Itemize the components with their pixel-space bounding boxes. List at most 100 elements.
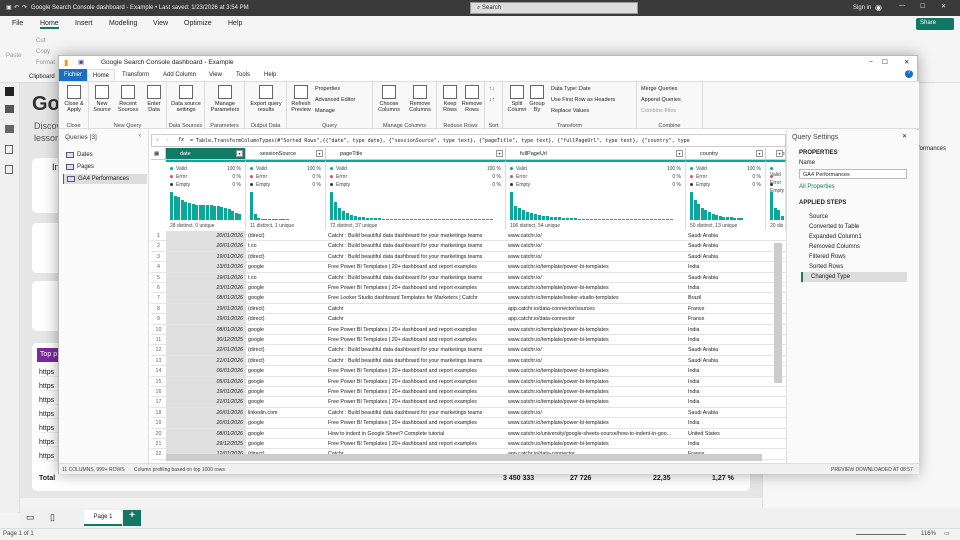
group-by-button[interactable]: Group By <box>529 85 545 113</box>
applied-step[interactable]: Filtered Rows <box>801 252 907 262</box>
close-icon[interactable]: ✕ <box>902 133 907 140</box>
table-view-icon[interactable] <box>5 105 14 113</box>
remove-columns-button[interactable]: Remove Columns <box>405 85 435 113</box>
undo-icon[interactable]: ↶ <box>14 4 19 11</box>
query-name-input[interactable]: GA4 Performances <box>799 169 907 179</box>
table-row[interactable]: 8 19/01/2026 (direct) Catchr app.catchr.… <box>151 303 786 315</box>
menu-home[interactable]: Home <box>40 20 59 29</box>
table-row[interactable]: 17 21/01/2026 google Free Power BI Templ… <box>151 397 786 408</box>
commit-icon[interactable]: ✓ <box>166 137 169 143</box>
all-properties-link[interactable]: All Properties <box>799 184 835 190</box>
cancel-icon[interactable]: ✕ <box>156 137 159 143</box>
query-item-dates[interactable]: Dates <box>63 150 147 160</box>
filter-dropdown-icon[interactable]: ▾ <box>316 150 323 157</box>
choose-columns-button[interactable]: Choose Columns <box>375 85 403 113</box>
replace-values-button[interactable]: Replace Values <box>551 108 589 114</box>
table-menu-icon[interactable]: ▦ <box>151 148 166 160</box>
menu-modeling[interactable]: Modeling <box>109 20 137 27</box>
query-item-ga4-performances[interactable]: GA4 Performances <box>63 174 147 184</box>
table-row[interactable]: 13 21/01/2026 (direct) Catchr : Build be… <box>151 355 786 367</box>
column-header-country[interactable]: country ▾ <box>686 148 766 160</box>
column-header-pageTitle[interactable]: pageTitle ▾ <box>326 148 506 160</box>
tab-add-column[interactable]: Add Column <box>158 69 201 81</box>
redo-icon[interactable]: ↷ <box>22 4 27 11</box>
formula-bar[interactable]: ✕ ✓ fx = Table.TransformColumnTypes(#"So… <box>151 134 786 147</box>
filter-dropdown-icon[interactable]: ▾ <box>236 150 243 157</box>
table-row[interactable]: 12 22/01/2026 (direct) Catchr : Build be… <box>151 345 786 356</box>
table-row[interactable]: 15 05/01/2026 google Free Power BI Templ… <box>151 376 786 387</box>
collapse-icon[interactable]: ‹ <box>139 133 141 139</box>
add-page-button[interactable]: + <box>123 510 141 526</box>
tab-help[interactable]: Help <box>259 69 281 81</box>
column-header-to[interactable]: to▾ <box>766 148 786 160</box>
data-type-dropdown[interactable]: Data Type: Date <box>551 86 591 92</box>
menu-file[interactable]: File <box>12 20 23 27</box>
horizontal-scrollbar[interactable] <box>166 454 762 461</box>
page-tab-1[interactable]: Page 1 <box>84 510 122 526</box>
paste-button[interactable]: Paste <box>6 53 21 59</box>
export-query-results-button[interactable]: Export query results <box>247 85 285 113</box>
minimize-button[interactable]: – <box>869 58 873 65</box>
table-row[interactable]: 6 23/01/2026 google Free Power BI Templa… <box>151 283 786 294</box>
menu-view[interactable]: View <box>153 20 168 27</box>
report-view-icon[interactable] <box>5 87 14 96</box>
applied-step[interactable]: Expanded Column1 <box>801 232 907 242</box>
table-row[interactable]: 20 08/01/2026 google How to indent in Go… <box>151 428 786 439</box>
filter-dropdown-icon[interactable]: ▾ <box>676 150 683 157</box>
help-icon[interactable]: ? <box>905 70 913 78</box>
desktop-layout-icon[interactable]: ▭ <box>26 512 35 523</box>
refresh-preview-button[interactable]: Refresh Preview <box>289 85 313 113</box>
search-input[interactable]: ⌕ Search <box>470 2 638 14</box>
close-apply-button[interactable]: Close & Apply <box>61 85 87 113</box>
column-header-fullPageUrl[interactable]: fullPageUrl ▾ <box>506 148 686 160</box>
filter-dropdown-icon[interactable]: ▾ <box>496 150 503 157</box>
properties-button[interactable]: Properties <box>315 86 340 92</box>
menu-optimize[interactable]: Optimize <box>184 20 212 27</box>
table-row[interactable]: 1 20/01/2026 (direct) Catchr : Build bea… <box>151 231 786 242</box>
table-row[interactable]: 9 19/01/2026 (direct) Catchr app.catchr.… <box>151 314 786 325</box>
column-header-sessionSource[interactable]: sessionSource ▾ <box>246 148 326 160</box>
filter-dropdown-icon[interactable]: ▾ <box>756 150 763 157</box>
table-row[interactable]: 3 19/01/2026 (direct) Catchr : Build bea… <box>151 251 786 263</box>
sort-ascending-icon[interactable]: ↑↓ <box>489 86 495 92</box>
merge-queries-button[interactable]: Merge Queries <box>641 86 677 92</box>
close-button[interactable]: ✕ <box>904 58 909 66</box>
cut-button[interactable]: Cut <box>36 38 45 44</box>
vertical-scrollbar[interactable] <box>774 243 782 383</box>
formula-text[interactable]: = Table.TransformColumnTypes(#"Sorted Ro… <box>190 138 690 144</box>
avatar-icon[interactable]: ◉ <box>875 3 882 12</box>
model-view-icon[interactable] <box>5 125 14 133</box>
share-button[interactable]: Share <box>916 18 954 30</box>
format-painter-button[interactable]: Format <box>36 60 55 66</box>
fit-page-icon[interactable]: ▭ <box>944 530 950 537</box>
advanced-editor-button[interactable]: Advanced Editor <box>315 97 355 103</box>
recent-sources-button[interactable]: Recent Sources <box>115 85 141 113</box>
manage-button[interactable]: Manage <box>315 108 335 114</box>
table-row[interactable]: 4 13/01/2026 google Free Power BI Templa… <box>151 262 786 273</box>
remove-rows-button[interactable]: Remove Rows <box>461 85 483 113</box>
menu-insert[interactable]: Insert <box>75 20 93 27</box>
split-column-button[interactable]: Split Column <box>505 85 529 113</box>
table-row[interactable]: 7 08/01/2026 google Free Looker Studio d… <box>151 293 786 304</box>
use-first-row-headers-button[interactable]: Use First Row as Headers <box>551 97 615 103</box>
tab-fichier[interactable]: Fichier <box>59 69 88 81</box>
combine-files-button[interactable]: Combine Files <box>641 108 676 114</box>
profiling-status[interactable]: Column profiling based on top 1000 rows <box>134 467 225 473</box>
table-row[interactable]: 16 19/01/2026 google Free Power BI Templ… <box>151 387 786 398</box>
new-source-button[interactable]: New Source <box>91 85 113 113</box>
maximize-button[interactable]: ☐ <box>882 58 888 66</box>
applied-step[interactable]: Changed Type <box>801 272 907 282</box>
applied-step[interactable]: Converted to Table <box>801 222 907 232</box>
table-row[interactable]: 11 30/12/2025 google Free Power BI Templ… <box>151 335 786 346</box>
tab-home[interactable]: Home <box>87 69 116 81</box>
menu-help[interactable]: Help <box>228 20 242 27</box>
tab-transform[interactable]: Transform <box>117 69 154 81</box>
query-item-pages[interactable]: Pages <box>63 162 147 172</box>
applied-step[interactable]: Source <box>801 212 907 222</box>
table-row[interactable]: 2 20/01/2026 t.co Catchr : Build beautif… <box>151 241 786 252</box>
data-source-settings-button[interactable]: Data source settings <box>169 85 203 113</box>
column-header-date[interactable]: date ▾ <box>166 148 246 160</box>
tmdl-view-icon[interactable] <box>5 165 13 174</box>
table-row[interactable]: 5 19/01/2026 t.co Catchr : Build beautif… <box>151 272 786 283</box>
copy-button[interactable]: Copy <box>36 49 50 55</box>
